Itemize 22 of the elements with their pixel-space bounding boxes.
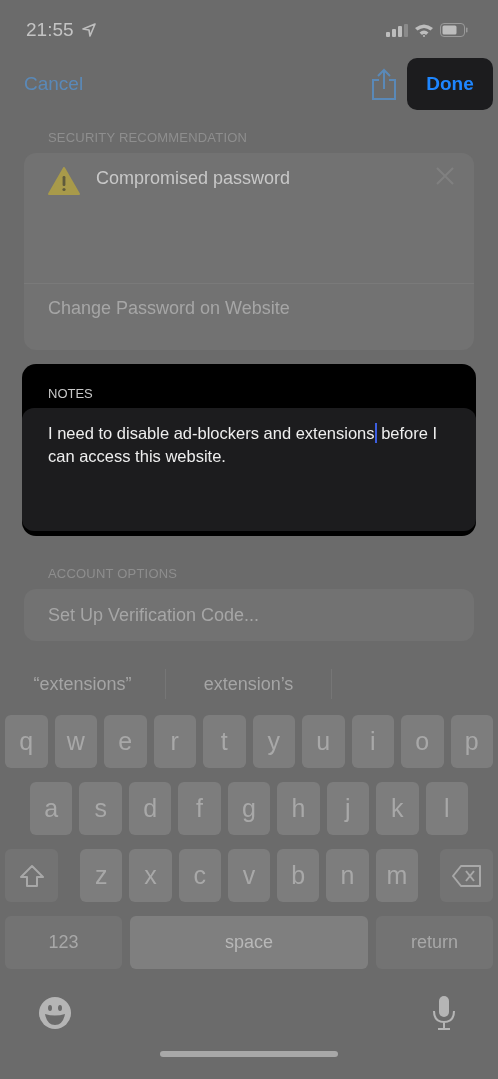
- cancel-button[interactable]: Cancel: [24, 73, 84, 95]
- delete-icon: [451, 864, 482, 887]
- notes-field[interactable]: I need to disable ad-blockers and extensions before I can access this website.: [22, 408, 476, 531]
- recommendation-title: Compromised password: [96, 168, 291, 189]
- suggestion[interactable]: extension’s: [166, 673, 331, 695]
- shift-key[interactable]: [5, 849, 58, 902]
- section-header: NOTES: [47, 385, 94, 403]
- delete-key[interactable]: [440, 849, 493, 902]
- wifi-icon: [414, 23, 434, 37]
- space-key[interactable]: space: [130, 916, 368, 969]
- done-button[interactable]: Done: [407, 58, 493, 110]
- share-icon[interactable]: [371, 68, 397, 100]
- emoji-icon[interactable]: [38, 996, 72, 1030]
- status-time: 21:55: [26, 19, 74, 41]
- warning-icon: [48, 167, 80, 195]
- text-cursor: [374, 423, 377, 443]
- location-arrow-icon: [81, 23, 96, 37]
- suggestion[interactable]: “extensions”: [0, 673, 165, 695]
- microphone-icon[interactable]: [432, 995, 456, 1031]
- battery-icon: [440, 23, 468, 37]
- shift-icon: [18, 863, 45, 888]
- signal-icon: [386, 23, 408, 37]
